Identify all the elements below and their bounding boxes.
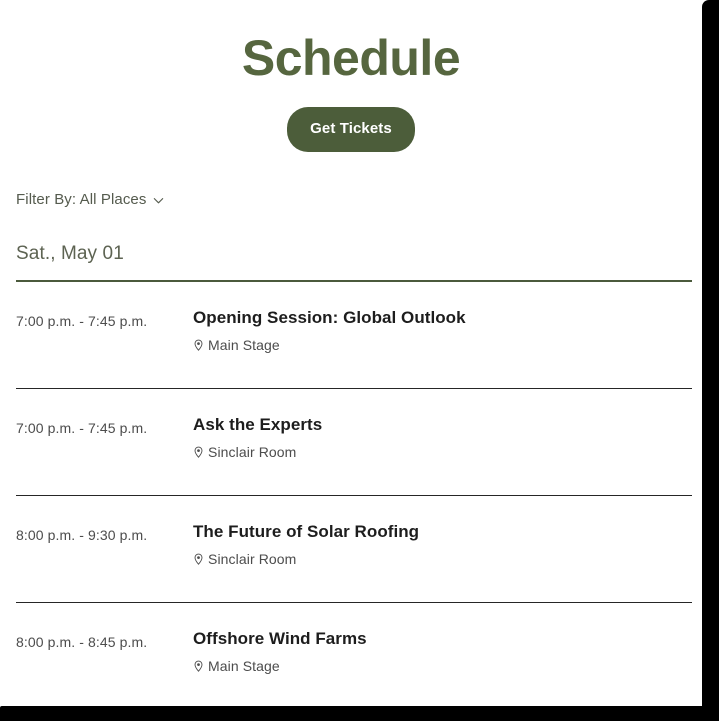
- session-location-label: Main Stage: [208, 658, 280, 674]
- session-location-label: Sinclair Room: [208, 551, 297, 567]
- chevron-down-icon: [152, 194, 165, 207]
- schedule-row[interactable]: 8:00 p.m. - 9:30 p.m. The Future of Sola…: [0, 496, 702, 602]
- schedule-row[interactable]: 7:00 p.m. - 7:45 p.m. Opening Session: G…: [0, 282, 702, 388]
- session-location: Main Stage: [193, 336, 702, 355]
- session-details: Offshore Wind Farms Main Stage: [193, 603, 702, 676]
- session-location-label: Sinclair Room: [208, 444, 297, 460]
- filter-by-label: Filter By: All Places: [16, 191, 147, 208]
- session-details: Opening Session: Global Outlook Main Sta…: [193, 282, 702, 355]
- session-location: Sinclair Room: [193, 550, 702, 569]
- page-title: Schedule: [241, 30, 461, 86]
- location-pin-icon: [193, 553, 204, 566]
- cta-container: Get Tickets: [0, 107, 702, 152]
- page-edge-right: [702, 0, 719, 721]
- location-pin-icon: [193, 446, 204, 459]
- session-title: Offshore Wind Farms: [193, 629, 367, 648]
- get-tickets-button[interactable]: Get Tickets: [287, 107, 415, 152]
- session-location: Sinclair Room: [193, 443, 702, 462]
- session-title: Ask the Experts: [193, 415, 323, 434]
- schedule-row[interactable]: 8:00 p.m. - 8:45 p.m. Offshore Wind Farm…: [0, 603, 702, 706]
- page-canvas: Schedule Get Tickets Filter By: All Plac…: [0, 0, 702, 706]
- session-time: 8:00 p.m. - 9:30 p.m.: [16, 527, 148, 543]
- page-root: Schedule Get Tickets Filter By: All Plac…: [0, 0, 719, 721]
- page-edge-bottom: [0, 706, 719, 721]
- session-time: 8:00 p.m. - 8:45 p.m.: [16, 634, 148, 650]
- schedule-list: 7:00 p.m. - 7:45 p.m. Opening Session: G…: [0, 282, 702, 706]
- location-pin-icon: [193, 660, 204, 673]
- session-location-label: Main Stage: [208, 337, 280, 353]
- filter-by-dropdown[interactable]: Filter By: All Places: [0, 190, 165, 209]
- day-heading: Sat., May 01: [16, 243, 124, 264]
- location-pin-icon: [193, 339, 204, 352]
- session-details: Ask the Experts Sinclair Room: [193, 389, 702, 462]
- session-time: 7:00 p.m. - 7:45 p.m.: [16, 420, 148, 436]
- schedule-row[interactable]: 7:00 p.m. - 7:45 p.m. Ask the Experts Si…: [0, 389, 702, 495]
- session-location: Main Stage: [193, 657, 702, 676]
- session-title: Opening Session: Global Outlook: [193, 308, 466, 327]
- session-details: The Future of Solar Roofing Sinclair Roo…: [193, 496, 702, 569]
- session-time: 7:00 p.m. - 7:45 p.m.: [16, 313, 148, 329]
- session-title: The Future of Solar Roofing: [193, 522, 420, 541]
